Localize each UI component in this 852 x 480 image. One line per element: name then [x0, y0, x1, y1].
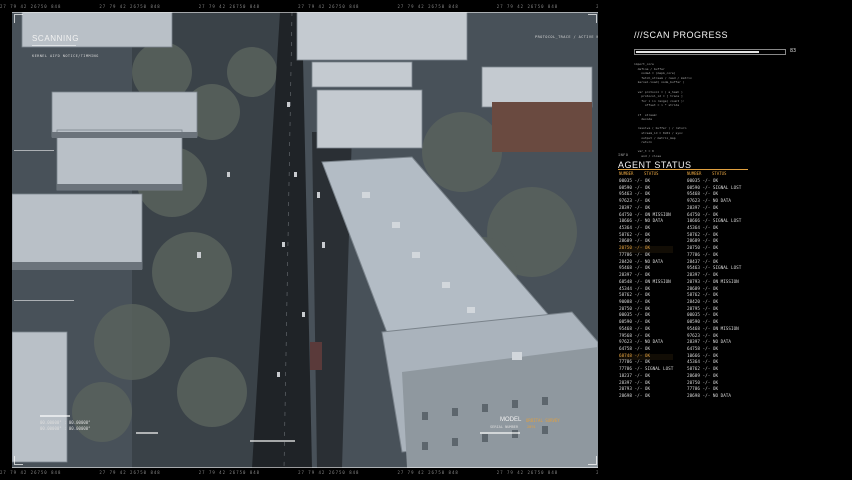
- tick-readout: 27 79 42 26750 848: [298, 470, 360, 475]
- agent-status-row: 90088 -/- OK: [619, 299, 651, 305]
- left-tiny-caption: KERNEL AIFD NOTICE/TIMMING: [32, 54, 99, 58]
- agent-status-row: 77786 -/- OK: [687, 387, 719, 393]
- serial-number-label: SERIAL NUMBER: [490, 425, 519, 429]
- agent-status-row: 95468 -/- ON MISSION: [687, 326, 739, 332]
- agent-status-row: 77786 -/- SIGNAL LOST: [619, 367, 674, 373]
- corner-bracket-br: [588, 456, 597, 465]
- code-listing: import_core define / buffer nodeA = (map…: [634, 62, 692, 158]
- scan-progress-fill: [636, 51, 759, 53]
- agent-status-row: 77786 -/- OK: [687, 252, 719, 258]
- agent-status-row: 68548 -/- ON MISSION: [619, 279, 671, 285]
- agent-status-row: 18237 -/- OK: [619, 373, 651, 379]
- agent-status-row: 45364 -/- OK: [687, 226, 719, 232]
- agent-status-row: 28698 -/- OK: [619, 394, 651, 399]
- tick-readout: 27 79 42 26750 848: [99, 470, 161, 475]
- corner-bracket-tr: [588, 14, 597, 23]
- agent-status-row: 77786 -/- OK: [619, 252, 651, 258]
- hud-tick-left-2: [14, 300, 74, 301]
- agent-header-status-right: STATUS: [712, 171, 727, 176]
- agent-status-row: 58762 -/- OK: [687, 293, 719, 299]
- agent-status-row: 95468 -/- OK: [619, 326, 651, 332]
- agent-status-row: 28397 -/- OK: [619, 205, 651, 211]
- agent-header-number-left: NUMBER: [619, 171, 634, 176]
- agent-status-row: 97623 -/- NO DATA: [619, 340, 663, 346]
- agent-list-left: 00035 -/- OK 08590 -/- OK 95463 -/- OK 9762…: [619, 179, 674, 401]
- agent-status-row: 28698 -/- NO DATA: [687, 394, 731, 399]
- agent-status-row: 97623 -/- NO DATA: [687, 199, 731, 205]
- corner-bracket-tl: [14, 14, 23, 23]
- coordinates-readout: 00.00000° : 00.00000° 00.00000° : 00.0000…: [40, 420, 91, 432]
- aerial-city-view: [12, 12, 598, 468]
- agent-status-row: 28397 -/- OK: [619, 273, 651, 279]
- tick-readout: 27 79 42 26750 848: [99, 4, 161, 9]
- tick-readout: 27 79 42 26750 848: [198, 4, 261, 9]
- hud-screen: 27 79 42 26750 848 27 79 42 26750 848 27 7…: [0, 0, 852, 480]
- agent-status-row: 28689 -/- OK: [687, 373, 719, 379]
- right-tiny-caption: PROTOCOL_TRACE / ACTIVE NODE: [535, 35, 607, 39]
- tick-readout: 27 79 42 26750 848: [298, 4, 360, 9]
- agent-status-row: 58762 -/- OK: [687, 367, 719, 373]
- agent-status-row: 28397 -/- OK: [687, 273, 719, 279]
- agent-status-row: 97623 -/- OK: [619, 199, 651, 205]
- serial-number-value: 2891: [527, 425, 536, 429]
- agent-header-number-right: NUMBER: [687, 171, 702, 176]
- agent-status-row: 28420 -/- OK: [687, 299, 719, 305]
- agent-status-row: 08590 -/- OK: [687, 320, 719, 326]
- agent-status-row: 28397 -/- NO DATA: [687, 340, 731, 346]
- model-value: ORBITAL SURVEY: [526, 418, 560, 423]
- scan-progress-bar: [634, 49, 786, 55]
- agent-status-underline: [618, 169, 748, 170]
- hud-bar-segment: [136, 432, 158, 434]
- agent-status-row: 64758 -/- OK: [687, 346, 719, 352]
- corner-bracket-bl: [14, 456, 23, 465]
- hud-bar-segment: [480, 432, 520, 434]
- scan-progress-title: ///SCAN PROGRESS: [634, 30, 729, 40]
- agent-status-row: 20793 -/- OK: [619, 387, 651, 393]
- agent-header-status-left: STATUS: [644, 171, 659, 176]
- agent-status-row: 20750 -/- OK: [619, 246, 674, 253]
- coordinate-line: 00.00000° : 00.00000°: [40, 426, 91, 431]
- agent-status-row: 45364 -/- OK: [619, 226, 651, 232]
- agent-status-row: 08590 -/- OK: [619, 320, 651, 326]
- tick-readout: 27 79 42 26750 848: [496, 470, 559, 475]
- tick-readout: 27 79 42 26750 848: [397, 470, 459, 475]
- agent-status-row: 20793 -/- ON MISSION: [687, 279, 739, 285]
- agent-list-right: 00035 -/- OK 08590 -/- SIGNAL LOST 95468 -…: [687, 179, 741, 401]
- agent-status-row: 00035 -/- OK: [687, 179, 719, 184]
- scanning-label: SCANNING: [32, 34, 80, 43]
- agent-status-row: 00035 -/- OK: [619, 179, 651, 184]
- tick-readout: 27 79 42 26750 848: [397, 4, 459, 9]
- model-label: MODEL: [500, 417, 522, 423]
- frame-bottom-line: [12, 467, 598, 468]
- hud-tick-left: [14, 150, 54, 151]
- agent-status-row: 64758 -/- OK: [619, 346, 651, 352]
- hud-bar-segment: [40, 415, 70, 417]
- tick-readout: 27 79 42 26750 848: [0, 4, 62, 9]
- agent-status-row: 20750 -/- OK: [687, 246, 719, 252]
- agent-status-row: 58762 -/- OK: [619, 293, 651, 299]
- agent-status-row: 28397 -/- OK: [687, 205, 719, 211]
- hud-bar-segment: [250, 440, 295, 442]
- aerial-illustration: [12, 12, 598, 468]
- scan-progress-value: 83: [790, 48, 797, 54]
- agent-info-label: INFO: [618, 153, 629, 157]
- scanning-underline: [32, 45, 76, 46]
- tick-readout: 27 79 42 26750 848: [0, 470, 62, 475]
- tick-readout: 27 79 42 26750 848: [198, 470, 261, 475]
- tick-readout: 27 79 42 26750 848: [496, 4, 559, 9]
